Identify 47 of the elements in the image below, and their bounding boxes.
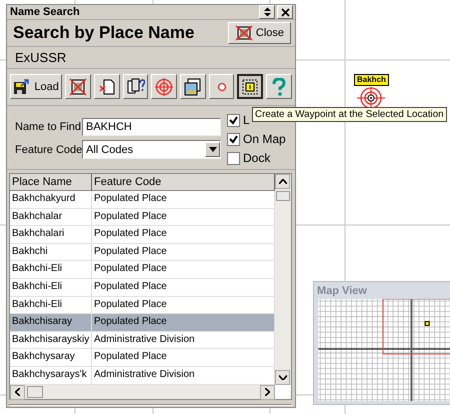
cards-question-icon [126,78,144,96]
checkbox[interactable] [227,152,240,164]
name-field[interactable]: BAKHCH [82,118,221,136]
picture-icon [184,78,202,96]
page-icon [98,78,115,94]
target-icon [355,87,388,109]
database-name: ExUSSR [7,47,295,69]
table-row[interactable]: Bakhchisaray Populated Place [10,314,275,332]
checkbox[interactable] [227,132,240,146]
field-label: Name to Find [15,121,79,133]
checkbox-label: L [243,113,250,127]
dialog-heading: Search by Place Name [13,23,194,43]
crossed-out-icon [234,25,253,41]
load-button[interactable]: Load [10,74,62,99]
column-header[interactable]: Place Name [10,174,92,191]
feature-code-dropdown[interactable]: All Codes [82,140,221,159]
toolbar-button[interactable] [237,74,264,99]
help-icon [272,78,286,96]
crossed-out-icon [69,78,88,96]
checkbox-label: Dock [243,151,270,165]
close-button[interactable] [277,5,293,19]
tooltip: Create a Waypoint at the Selected Location [252,107,447,122]
vertical-scrollbar[interactable] [275,174,291,385]
scroll-thumb[interactable] [27,386,43,398]
table-row[interactable]: Bakhchalar Populated Place [10,208,275,226]
marker-label: Bakhch [354,74,389,86]
panel-title: Map View [317,285,368,297]
close-button[interactable]: Close [228,22,291,44]
target-icon [155,78,174,96]
window-title: Name Search [10,6,80,18]
table-row[interactable]: Bakhchi Populated Place [10,244,275,262]
updown-arrows-icon [262,7,272,17]
close-icon [280,8,290,16]
waypoint-icon [242,78,258,94]
table-row[interactable]: Bakhchi-Eli Populated Place [10,278,275,297]
column-header[interactable]: Feature Code [92,174,275,191]
checkbox[interactable] [227,114,240,126]
checkbox-label: On Map [243,132,286,146]
table-row[interactable]: Bakhchysaray Populated Place [10,349,275,367]
circle-icon [216,82,227,92]
updown-button[interactable] [259,5,275,19]
scroll-thumb[interactable] [276,191,290,201]
table-row[interactable]: Bakhchi-Eli Populated Place [10,261,275,279]
horizontal-scrollbar[interactable] [10,384,275,399]
table-row[interactable]: Bakhchisarayskiy Administrative Division [10,332,275,350]
table-row[interactable]: Bakhchalari Populated Place [10,226,275,244]
table-row[interactable]: Bakhchakyurd Populated Place [10,191,275,209]
